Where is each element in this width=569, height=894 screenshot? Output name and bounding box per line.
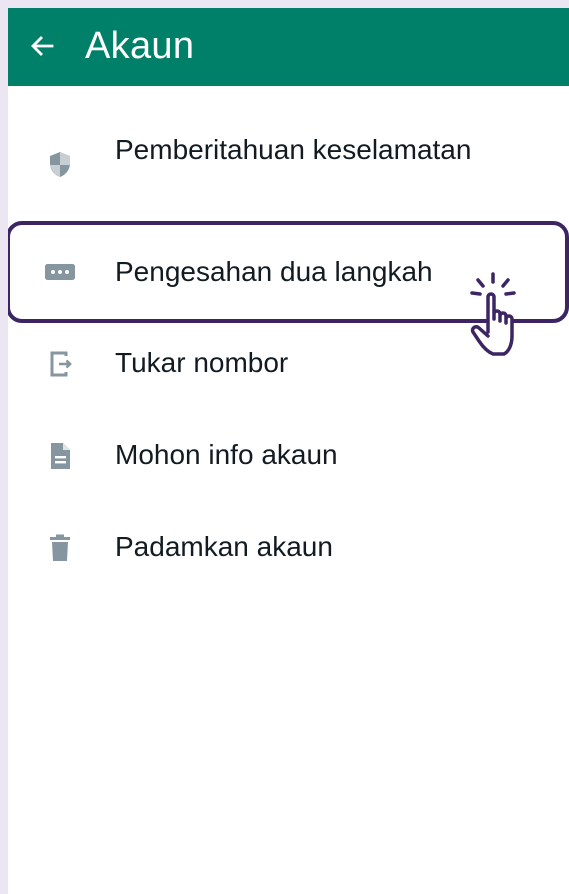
page-title: Akaun [85,25,195,67]
document-icon [42,438,78,474]
menu-item-label: Pengesahan dua langkah [115,256,433,287]
phone-transfer-icon [42,346,78,382]
app-bar: Akaun [8,8,569,86]
menu-item-label: Pemberitahuan keselamatan [115,134,472,165]
menu-item-request-account-info[interactable]: Mohon info akaun [8,410,569,502]
shield-icon [42,146,78,182]
menu-item-label: Mohon info akaun [115,439,338,470]
password-dots-icon [42,254,78,290]
menu-item-label: Tukar nombor [115,347,289,378]
menu-item-delete-account[interactable]: Padamkan akaun [8,502,569,594]
back-button[interactable] [26,30,58,62]
arrow-left-icon [31,36,54,56]
menu-item-label: Padamkan akaun [115,531,333,562]
menu-item-security-notifications[interactable]: Pemberitahuan keselamatan [8,114,569,224]
menu-item-two-step-verification[interactable]: Pengesahan dua langkah [8,224,569,320]
menu-item-change-number[interactable]: Tukar nombor [8,318,569,410]
trash-icon [42,530,78,566]
account-settings-screen: Akaun Pemberitahuan keselamatan Pengesah… [8,8,569,894]
